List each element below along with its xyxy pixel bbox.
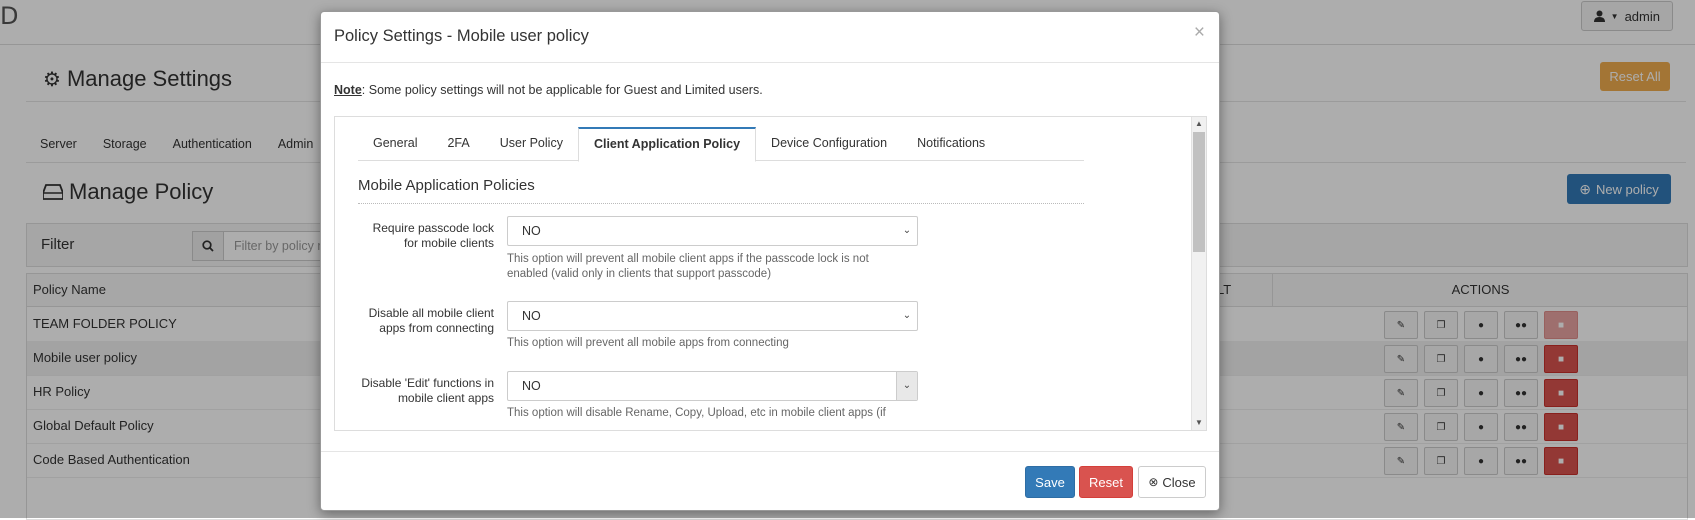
- scroll-up-icon[interactable]: ▲: [1192, 117, 1206, 131]
- policy-note: Note: Some policy settings will not be a…: [334, 83, 763, 97]
- tab-notifications[interactable]: Notifications: [902, 127, 1000, 160]
- chevron-down-icon: ⌄: [902, 310, 912, 321]
- policy-settings-modal: Policy Settings - Mobile user policy × N…: [320, 11, 1220, 511]
- vertical-scrollbar[interactable]: ▲ ▼: [1191, 117, 1206, 430]
- save-button[interactable]: Save: [1025, 466, 1075, 498]
- section-title: Mobile Application Policies: [358, 177, 535, 194]
- reset-button[interactable]: Reset: [1079, 466, 1133, 498]
- close-label: Close: [1162, 474, 1196, 490]
- scrollbar-thumb[interactable]: [1193, 132, 1205, 252]
- modal-title: Policy Settings - Mobile user policy: [334, 27, 589, 45]
- disable-mobile-apps-select[interactable]: NO ⌄: [507, 301, 918, 331]
- close-button[interactable]: ⊗ Close: [1138, 466, 1206, 498]
- select-value: NO: [522, 224, 541, 238]
- settings-scroll-pane[interactable]: General 2FA User Policy Client Applicati…: [334, 116, 1207, 431]
- disable-edit-select[interactable]: NO ⌄: [507, 371, 918, 401]
- tab-2fa[interactable]: 2FA: [432, 127, 484, 160]
- scroll-down-icon[interactable]: ▼: [1192, 416, 1206, 430]
- setting-label-disable-edit: Disable 'Edit' functions in mobile clien…: [361, 376, 494, 405]
- select-value: NO: [522, 309, 541, 323]
- chevron-down-icon: ⌄: [896, 372, 917, 400]
- tab-user-policy[interactable]: User Policy: [485, 127, 578, 160]
- note-text: : Some policy settings will not be appli…: [361, 83, 763, 97]
- setting-help-passcode: This option will prevent all mobile clie…: [507, 253, 869, 280]
- select-value: NO: [522, 379, 541, 393]
- close-icon[interactable]: ×: [1194, 22, 1205, 44]
- setting-help-disable-edit: This option will disable Rename, Copy, U…: [507, 407, 886, 419]
- tab-client-application-policy[interactable]: Client Application Policy: [577, 127, 757, 162]
- modal-footer: Save Reset ⊗ Close: [321, 451, 1219, 511]
- policy-tabs: General 2FA User Policy Client Applicati…: [358, 127, 1084, 162]
- note-label: Note: [334, 83, 362, 97]
- modal-header: Policy Settings - Mobile user policy ×: [321, 12, 1219, 63]
- chevron-down-icon: ⌄: [902, 225, 912, 236]
- passcode-lock-select[interactable]: NO ⌄: [507, 216, 918, 246]
- section-divider: [358, 203, 1084, 204]
- tab-general[interactable]: General: [358, 127, 432, 160]
- setting-label-disable-mobile: Disable all mobile client apps from conn…: [368, 306, 494, 335]
- setting-label-passcode: Require passcode lock for mobile clients: [372, 221, 494, 250]
- tab-device-configuration[interactable]: Device Configuration: [756, 127, 902, 160]
- times-circle-icon: ⊗: [1148, 475, 1159, 489]
- setting-help-disable-mobile: This option will prevent all mobile apps…: [507, 337, 789, 349]
